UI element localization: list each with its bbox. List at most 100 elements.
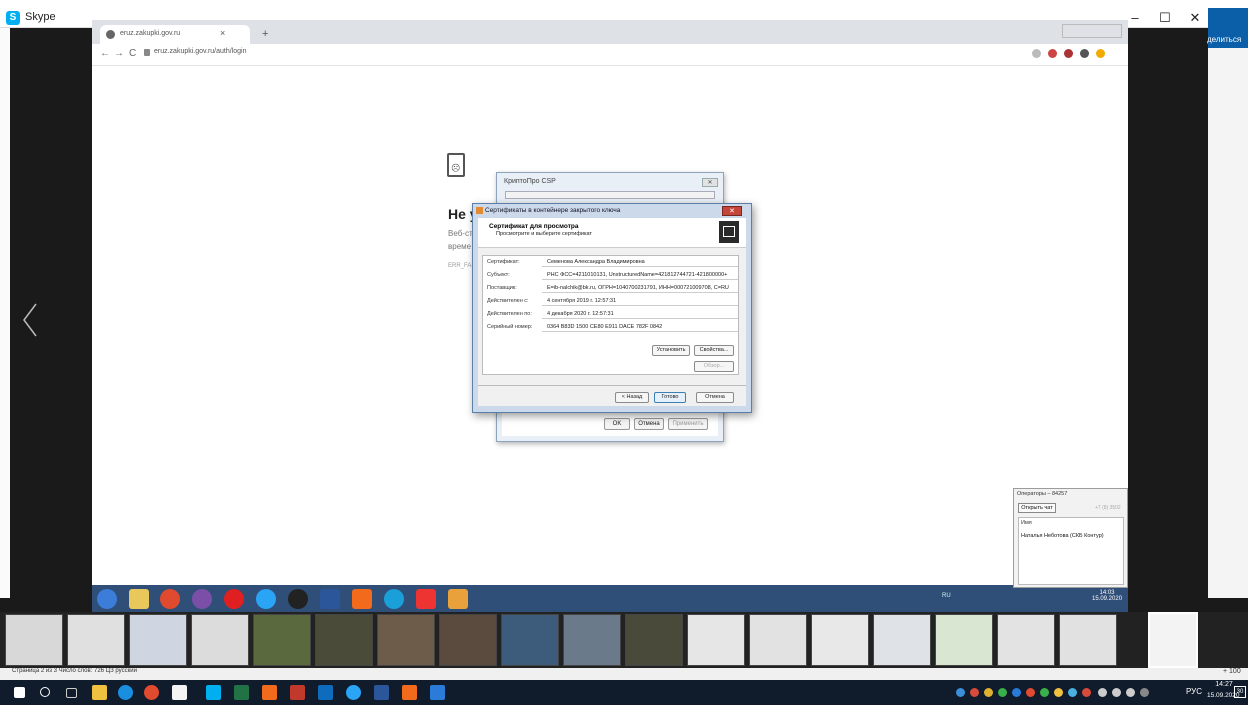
maximize-button[interactable]: ☐ bbox=[1150, 9, 1180, 26]
profile-icon[interactable] bbox=[1080, 49, 1089, 58]
app-icon[interactable] bbox=[262, 685, 277, 700]
tray-icon[interactable] bbox=[1012, 688, 1021, 697]
certificate-close-button[interactable]: ✕ bbox=[722, 206, 742, 216]
tab-close-icon[interactable]: × bbox=[220, 28, 225, 38]
word-icon[interactable] bbox=[320, 589, 340, 609]
thumbnail[interactable] bbox=[563, 614, 621, 666]
cryptopro-tabs[interactable] bbox=[505, 191, 715, 199]
tray-icon[interactable] bbox=[998, 688, 1007, 697]
field-label: Сертификат: bbox=[487, 259, 520, 265]
open-chat-button[interactable]: Открыть чат bbox=[1018, 503, 1056, 513]
outlook-icon[interactable] bbox=[318, 685, 333, 700]
menu-icon[interactable] bbox=[1096, 49, 1105, 58]
install-button[interactable]: Установить bbox=[652, 345, 690, 356]
cancel-button[interactable]: Отмена bbox=[696, 392, 734, 403]
windows-start-icon[interactable] bbox=[14, 687, 25, 698]
ok-button[interactable]: OK bbox=[604, 418, 630, 430]
language-indicator[interactable]: РУС bbox=[1186, 687, 1202, 696]
tray-icon[interactable] bbox=[1082, 688, 1091, 697]
chrome-icon[interactable] bbox=[144, 685, 159, 700]
operators-list-item[interactable]: Наталья Неботова (СКБ Контур) bbox=[1021, 533, 1104, 539]
previous-arrow-icon[interactable] bbox=[20, 300, 40, 340]
tray-icon[interactable] bbox=[1068, 688, 1077, 697]
apply-button[interactable]: Применить bbox=[668, 418, 708, 430]
new-tab-button[interactable]: + bbox=[262, 28, 268, 40]
thumbnail[interactable] bbox=[67, 614, 125, 666]
app-icon[interactable] bbox=[224, 589, 244, 609]
search-icon[interactable] bbox=[40, 687, 50, 697]
tab-title: eruz.zakupki.gov.ru bbox=[120, 30, 181, 37]
app-icon[interactable] bbox=[172, 685, 187, 700]
thumbnail[interactable] bbox=[811, 614, 869, 666]
field-value: 0364 B83D 1500 CE80 E911 DACE 782F 0842 bbox=[547, 324, 663, 330]
thumbnail[interactable] bbox=[129, 614, 187, 666]
app-icon[interactable] bbox=[416, 589, 436, 609]
tray-icon[interactable] bbox=[1054, 688, 1063, 697]
tray-icon[interactable] bbox=[1040, 688, 1049, 697]
cryptopro-close-button[interactable]: ✕ bbox=[702, 178, 718, 187]
back-button[interactable]: ← bbox=[100, 48, 110, 59]
thumbnail[interactable] bbox=[1059, 614, 1117, 666]
task-view-icon[interactable] bbox=[66, 688, 77, 698]
viber-icon[interactable] bbox=[192, 589, 212, 609]
tray-icon[interactable] bbox=[984, 688, 993, 697]
extension-icon[interactable] bbox=[1048, 49, 1057, 58]
app-icon[interactable] bbox=[288, 589, 308, 609]
tray-icon[interactable] bbox=[1126, 688, 1135, 697]
app-icon[interactable] bbox=[402, 685, 417, 700]
forward-button[interactable]: → bbox=[114, 48, 124, 59]
app-icon[interactable] bbox=[430, 685, 445, 700]
edge-icon[interactable] bbox=[118, 685, 133, 700]
thumbnail[interactable] bbox=[5, 614, 63, 666]
thumbnail[interactable] bbox=[377, 614, 435, 666]
reload-button[interactable]: C bbox=[129, 48, 136, 59]
thumbnail[interactable] bbox=[873, 614, 931, 666]
star-icon[interactable] bbox=[1032, 49, 1041, 58]
close-button[interactable]: ✕ bbox=[1180, 9, 1210, 26]
share-button[interactable]: делиться bbox=[1207, 35, 1241, 44]
thumbnail[interactable] bbox=[749, 614, 807, 666]
notification-icon[interactable]: 30 bbox=[1234, 686, 1246, 698]
volume-icon[interactable] bbox=[1112, 688, 1121, 697]
app-icon[interactable] bbox=[256, 589, 276, 609]
tray-icon[interactable] bbox=[1026, 688, 1035, 697]
properties-button[interactable]: Свойства... bbox=[694, 345, 734, 356]
tray-icon[interactable] bbox=[1140, 688, 1149, 697]
ie-icon[interactable] bbox=[384, 589, 404, 609]
thumbnail-active[interactable] bbox=[1148, 612, 1198, 668]
tray-icon[interactable] bbox=[956, 688, 965, 697]
app-icon[interactable] bbox=[448, 589, 468, 609]
word-icon[interactable] bbox=[374, 685, 389, 700]
browser-tab[interactable]: eruz.zakupki.gov.ru × bbox=[100, 25, 250, 44]
word-zoom[interactable]: + 100 bbox=[1223, 668, 1241, 675]
operators-column-header: Имя bbox=[1021, 520, 1032, 526]
back-button[interactable]: < Назад bbox=[615, 392, 649, 403]
thumbnail[interactable] bbox=[501, 614, 559, 666]
thumbnail[interactable] bbox=[191, 614, 249, 666]
done-button[interactable]: Готово bbox=[654, 392, 686, 403]
address-bar[interactable]: eruz.zakupki.gov.ru/auth/login bbox=[154, 48, 246, 55]
clock-time[interactable]: 14:27 bbox=[1212, 681, 1236, 688]
thumbnail[interactable] bbox=[625, 614, 683, 666]
skype-icon[interactable] bbox=[206, 685, 221, 700]
browse-button[interactable]: Обзор... bbox=[694, 361, 734, 372]
thumbnail[interactable] bbox=[253, 614, 311, 666]
thumbnail[interactable] bbox=[935, 614, 993, 666]
explorer-icon[interactable] bbox=[92, 685, 107, 700]
app-icon[interactable] bbox=[352, 589, 372, 609]
excel-icon[interactable] bbox=[234, 685, 249, 700]
cancel-button[interactable]: Отмена bbox=[634, 418, 664, 430]
extension-icon[interactable] bbox=[1064, 49, 1073, 58]
thumbnail[interactable] bbox=[315, 614, 373, 666]
app-icon[interactable] bbox=[290, 685, 305, 700]
folder-icon[interactable] bbox=[129, 589, 149, 609]
thumbnail[interactable] bbox=[997, 614, 1055, 666]
chrome-icon[interactable] bbox=[160, 589, 180, 609]
start-icon[interactable] bbox=[97, 589, 117, 609]
tray-icon[interactable] bbox=[970, 688, 979, 697]
network-icon[interactable] bbox=[1098, 688, 1107, 697]
operators-phone: +7 (8) 3502 bbox=[1095, 505, 1121, 511]
thumbnail[interactable] bbox=[439, 614, 497, 666]
thumbnail[interactable] bbox=[687, 614, 745, 666]
telegram-icon[interactable] bbox=[346, 685, 361, 700]
